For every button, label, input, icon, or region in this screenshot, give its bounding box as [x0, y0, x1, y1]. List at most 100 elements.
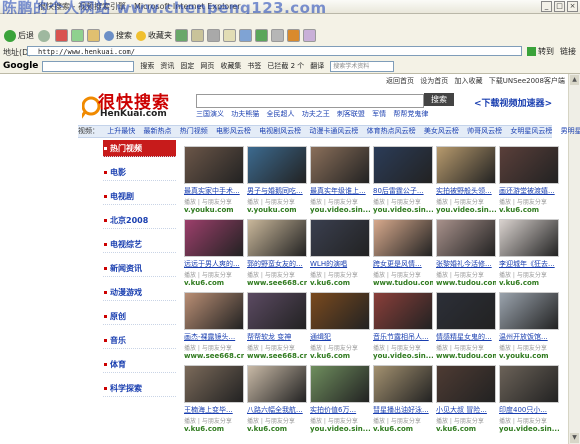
video-actions[interactable]: 播放 | 与朋友分享: [310, 416, 370, 425]
video-title-link[interactable]: 音乐节露相吊人...: [373, 332, 433, 342]
video-title-link[interactable]: 画杰-裸露镜头...: [184, 332, 244, 342]
video-thumbnail[interactable]: [499, 292, 559, 330]
home-link[interactable]: 返回首页: [386, 77, 414, 85]
video-actions[interactable]: 播放 | 与朋友分享: [436, 270, 496, 279]
video-thumbnail[interactable]: [184, 365, 244, 403]
google-bookmarks-button[interactable]: 书签: [247, 61, 261, 71]
video-thumbnail[interactable]: [247, 146, 307, 184]
video-thumbnail[interactable]: [247, 292, 307, 330]
video-thumbnail[interactable]: [436, 219, 496, 257]
sidebar-item[interactable]: 热门视频: [103, 140, 176, 157]
video-actions[interactable]: 播放 | 与朋友分享: [499, 343, 559, 352]
video-title-link[interactable]: 通缉犯: [310, 332, 370, 342]
back-button[interactable]: 后退: [4, 29, 34, 42]
maximize-button[interactable]: □: [554, 1, 565, 12]
video-actions[interactable]: 播放 | 与朋友分享: [373, 270, 433, 279]
video-thumbnail[interactable]: [436, 292, 496, 330]
category-link[interactable]: 体育热点风云榜: [367, 127, 416, 135]
video-title-link[interactable]: 印度400只小...: [499, 405, 559, 415]
video-actions[interactable]: 播放 | 与朋友分享: [373, 416, 433, 425]
stop-icon[interactable]: [55, 29, 68, 42]
video-actions[interactable]: 播放 | 与朋友分享: [373, 197, 433, 206]
minimize-button[interactable]: _: [541, 1, 552, 12]
video-title-link[interactable]: 郭的野蛮女友的...: [247, 259, 307, 269]
video-actions[interactable]: 播放 | 与朋友分享: [310, 343, 370, 352]
refresh-icon[interactable]: [71, 29, 84, 42]
video-thumbnail[interactable]: [247, 365, 307, 403]
video-actions[interactable]: 播放 | 与朋友分享: [184, 197, 244, 206]
video-actions[interactable]: 播放 | 与朋友分享: [184, 270, 244, 279]
sidebar-item[interactable]: 电影: [103, 164, 176, 181]
set-home-link[interactable]: 设为首页: [420, 77, 448, 85]
sidebar-item[interactable]: 音乐: [103, 332, 176, 349]
category-link[interactable]: 美女风云榜: [424, 127, 459, 135]
video-thumbnail[interactable]: [499, 365, 559, 403]
discuss-icon[interactable]: [239, 29, 252, 42]
video-thumbnail[interactable]: [184, 146, 244, 184]
category-link[interactable]: 电影风云榜: [216, 127, 251, 135]
video-thumbnail[interactable]: [373, 365, 433, 403]
download-accelerator-link[interactable]: <下载视频加速器>: [474, 96, 552, 109]
video-search-input[interactable]: [196, 94, 424, 108]
category-link[interactable]: 男明星风云榜: [561, 127, 580, 135]
video-actions[interactable]: 播放 | 与朋友分享: [184, 416, 244, 425]
video-actions[interactable]: 播放 | 与朋友分享: [247, 270, 307, 279]
video-actions[interactable]: 播放 | 与朋友分享: [247, 416, 307, 425]
sidebar-item[interactable]: 科学探索: [103, 380, 176, 397]
google-secondary-search[interactable]: 搜索学术资料: [330, 60, 395, 72]
video-thumbnail[interactable]: [184, 219, 244, 257]
video-actions[interactable]: 播放 | 与朋友分享: [436, 197, 496, 206]
video-thumbnail[interactable]: [436, 365, 496, 403]
print-icon[interactable]: [207, 29, 220, 42]
video-actions[interactable]: 播放 | 与朋友分享: [310, 270, 370, 279]
video-title-link[interactable]: 彗星播出油好泳...: [373, 405, 433, 415]
toolbar-extra-icon[interactable]: [303, 29, 316, 42]
google-search-button[interactable]: 搜索: [140, 61, 154, 71]
video-title-link[interactable]: 远远于男人爽的...: [184, 259, 244, 269]
video-title-link[interactable]: 最真实年级谁上...: [310, 186, 370, 196]
video-title-link[interactable]: 温州开放饭馆...: [499, 332, 559, 342]
hot-word[interactable]: 三国演义: [196, 110, 224, 118]
google-pin-button[interactable]: 固定: [180, 61, 194, 71]
video-thumbnail[interactable]: [310, 219, 370, 257]
go-button[interactable]: 转到 链接: [527, 46, 576, 57]
video-actions[interactable]: 播放 | 与朋友分享: [436, 416, 496, 425]
video-thumbnail[interactable]: [310, 146, 370, 184]
sidebar-item[interactable]: 电视综艺: [103, 236, 176, 253]
home-icon[interactable]: [87, 29, 100, 42]
mail-icon[interactable]: [191, 29, 204, 42]
video-thumbnail[interactable]: [310, 292, 370, 330]
sidebar-item[interactable]: 北京2008: [103, 212, 176, 229]
video-title-link[interactable]: WLH的演唱: [310, 259, 370, 269]
hot-word[interactable]: 功夫熊猫: [231, 110, 259, 118]
google-popup-blocked[interactable]: 已拦截 2 个: [267, 61, 304, 71]
video-title-link[interactable]: 男子与婚鹅同吃...: [247, 186, 307, 196]
video-title-link[interactable]: 李迎城年《狂去...: [499, 259, 559, 269]
category-link[interactable]: 热门视频: [180, 127, 208, 135]
hot-word[interactable]: 帮帮党鬼律: [393, 110, 428, 118]
video-actions[interactable]: 播放 | 与朋友分享: [499, 197, 559, 206]
video-thumbnail[interactable]: [310, 365, 370, 403]
category-link[interactable]: 上升最快: [107, 127, 135, 135]
video-title-link[interactable]: 最真实家中手术...: [184, 186, 244, 196]
hot-word[interactable]: 军情: [372, 110, 386, 118]
video-thumbnail[interactable]: [247, 219, 307, 257]
video-thumbnail[interactable]: [184, 292, 244, 330]
google-search-input[interactable]: [42, 60, 135, 72]
add-favorite-link[interactable]: 加入收藏: [454, 77, 482, 85]
video-actions[interactable]: 播放 | 与朋友分享: [247, 197, 307, 206]
research-icon[interactable]: [271, 29, 284, 42]
video-actions[interactable]: 播放 | 与朋友分享: [184, 343, 244, 352]
video-actions[interactable]: 播放 | 与朋友分享: [499, 416, 559, 425]
video-title-link[interactable]: 王楠海上变毕...: [184, 405, 244, 415]
video-title-link[interactable]: 跨女更是风情...: [373, 259, 433, 269]
video-thumbnail[interactable]: [499, 219, 559, 257]
sidebar-item[interactable]: 体育: [103, 356, 176, 373]
sidebar-item[interactable]: 电视剧: [103, 188, 176, 205]
video-title-link[interactable]: 小见大叔 冒险...: [436, 405, 496, 415]
video-title-link[interactable]: 实拍被野般头领...: [436, 186, 496, 196]
hot-word[interactable]: 功夫之王: [302, 110, 330, 118]
google-collection-button[interactable]: 收藏集: [220, 61, 241, 71]
video-thumbnail[interactable]: [436, 146, 496, 184]
messenger-icon[interactable]: [255, 29, 268, 42]
